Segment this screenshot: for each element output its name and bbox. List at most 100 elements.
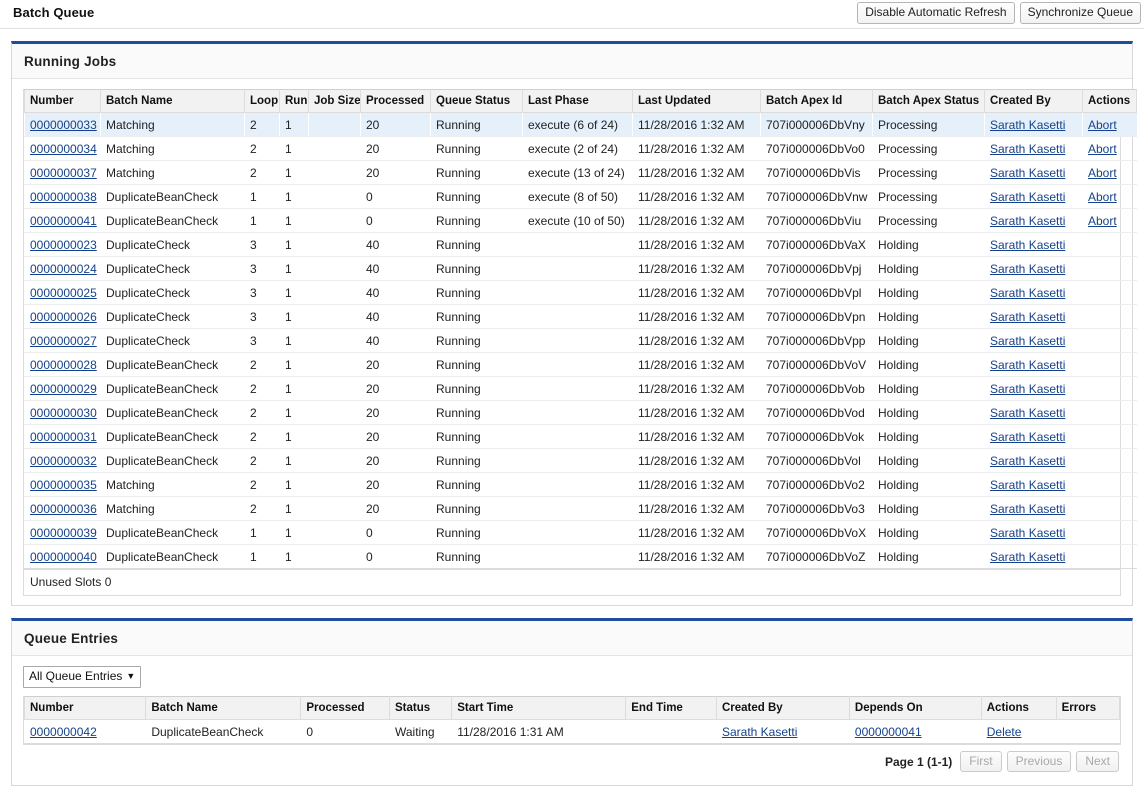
cell-created-by-link[interactable]: Sarath Kasetti <box>990 310 1065 324</box>
col-processed[interactable]: Processed <box>360 89 431 113</box>
col-run[interactable]: Run <box>279 89 309 113</box>
cell-queue-status: Running <box>430 400 523 425</box>
qcol-created-by[interactable]: Created By <box>715 696 850 720</box>
cell-action-link[interactable]: Abort <box>1088 118 1117 132</box>
cell-created-by-link[interactable]: Sarath Kasetti <box>990 334 1065 348</box>
col-batch-apex-id[interactable]: Batch Apex Id <box>760 89 873 113</box>
qcell-depends-on-link[interactable]: 0000000041 <box>855 725 922 739</box>
col-batch-apex-status[interactable]: Batch Apex Status <box>872 89 985 113</box>
cell-number-link[interactable]: 0000000039 <box>30 526 97 540</box>
cell-last-updated: 11/28/2016 1:32 AM <box>632 136 761 161</box>
qcol-number[interactable]: Number <box>23 696 147 720</box>
cell-created-by: Sarath Kasetti <box>984 352 1083 377</box>
cell-number-link[interactable]: 0000000025 <box>30 286 97 300</box>
cell-created-by-link[interactable]: Sarath Kasetti <box>990 550 1065 564</box>
cell-number-link[interactable]: 0000000035 <box>30 478 97 492</box>
cell-created-by-link[interactable]: Sarath Kasetti <box>990 358 1065 372</box>
cell-created-by-link[interactable]: Sarath Kasetti <box>990 502 1065 516</box>
cell-created-by-link[interactable]: Sarath Kasetti <box>990 190 1065 204</box>
cell-created-by-link[interactable]: Sarath Kasetti <box>990 430 1065 444</box>
cell-number-link[interactable]: 0000000040 <box>30 550 97 564</box>
cell-number-link[interactable]: 0000000027 <box>30 334 97 348</box>
cell-created-by-link[interactable]: Sarath Kasetti <box>990 454 1065 468</box>
col-loop[interactable]: Loop <box>244 89 280 113</box>
cell-batch-name: Matching <box>100 160 245 185</box>
cell-action-link[interactable]: Abort <box>1088 166 1117 180</box>
cell-created-by-link[interactable]: Sarath Kasetti <box>990 382 1065 396</box>
synchronize-queue-button[interactable]: Synchronize Queue <box>1019 2 1141 24</box>
col-number[interactable]: Number <box>24 89 101 113</box>
cell-number-link[interactable]: 0000000028 <box>30 358 97 372</box>
qcol-start-time[interactable]: Start Time <box>451 696 627 720</box>
cell-number-link[interactable]: 0000000029 <box>30 382 97 396</box>
col-job-size[interactable]: Job Size <box>308 89 361 113</box>
col-last-updated[interactable]: Last Updated <box>632 89 761 113</box>
cell-batch-apex-id: 707i000006DbVny <box>760 112 873 137</box>
col-created-by[interactable]: Created By <box>984 89 1083 113</box>
cell-created-by-link[interactable]: Sarath Kasetti <box>990 238 1065 252</box>
cell-created-by-link[interactable]: Sarath Kasetti <box>990 118 1065 132</box>
cell-queue-status: Running <box>430 280 523 305</box>
cell-action-link[interactable]: Abort <box>1088 142 1117 156</box>
cell-run: 1 <box>279 208 309 233</box>
cell-processed: 20 <box>360 136 431 161</box>
qcol-processed[interactable]: Processed <box>300 696 390 720</box>
cell-number-link[interactable]: 0000000034 <box>30 142 97 156</box>
cell-action: Abort <box>1082 208 1137 233</box>
cell-created-by-link[interactable]: Sarath Kasetti <box>990 166 1065 180</box>
col-queue-status[interactable]: Queue Status <box>430 89 523 113</box>
cell-batch-apex-id: 707i000006DbViu <box>760 208 873 233</box>
cell-loop: 2 <box>244 376 280 401</box>
cell-action-link[interactable]: Abort <box>1088 214 1117 228</box>
cell-number: 0000000038 <box>24 184 101 209</box>
cell-action <box>1082 280 1137 305</box>
cell-number-link[interactable]: 0000000032 <box>30 454 97 468</box>
cell-number-link[interactable]: 0000000033 <box>30 118 97 132</box>
cell-action <box>1082 520 1137 545</box>
cell-created-by-link[interactable]: Sarath Kasetti <box>990 262 1065 276</box>
cell-created-by-link[interactable]: Sarath Kasetti <box>990 478 1065 492</box>
cell-created-by-link[interactable]: Sarath Kasetti <box>990 526 1065 540</box>
qcell-created-by: Sarath Kasetti <box>716 719 850 744</box>
cell-number-link[interactable]: 0000000023 <box>30 238 97 252</box>
qcell-action-link[interactable]: Delete <box>987 725 1022 739</box>
cell-action-link[interactable]: Abort <box>1088 190 1117 204</box>
cell-number-link[interactable]: 0000000026 <box>30 310 97 324</box>
qcell-number-link[interactable]: 0000000042 <box>30 725 97 739</box>
qcol-batch-name[interactable]: Batch Name <box>145 696 302 720</box>
cell-loop: 2 <box>244 136 280 161</box>
qcol-errors[interactable]: Errors <box>1055 696 1121 720</box>
cell-number-link[interactable]: 0000000036 <box>30 502 97 516</box>
cell-created-by: Sarath Kasetti <box>984 136 1083 161</box>
qcol-depends-on[interactable]: Depends On <box>848 696 982 720</box>
cell-number-link[interactable]: 0000000041 <box>30 214 97 228</box>
qcol-status[interactable]: Status <box>388 696 453 720</box>
first-page-button[interactable]: First <box>960 751 1002 772</box>
qcol-actions[interactable]: Actions <box>980 696 1057 720</box>
col-last-phase[interactable]: Last Phase <box>522 89 633 113</box>
cell-number-link[interactable]: 0000000038 <box>30 190 97 204</box>
cell-batch-apex-status: Holding <box>872 328 985 353</box>
cell-action <box>1082 448 1137 473</box>
qcell-number: 0000000042 <box>24 719 146 744</box>
disable-automatic-refresh-button[interactable]: Disable Automatic Refresh <box>857 2 1015 24</box>
cell-created-by-link[interactable]: Sarath Kasetti <box>990 142 1065 156</box>
cell-last-updated: 11/28/2016 1:32 AM <box>632 520 761 545</box>
cell-number-link[interactable]: 0000000037 <box>30 166 97 180</box>
cell-created-by-link[interactable]: Sarath Kasetti <box>990 406 1065 420</box>
col-actions[interactable]: Actions <box>1082 89 1137 113</box>
cell-number-link[interactable]: 0000000031 <box>30 430 97 444</box>
qcell-created-by-link[interactable]: Sarath Kasetti <box>722 725 797 739</box>
qcol-end-time[interactable]: End Time <box>625 696 717 720</box>
queue-entries-filter-select[interactable]: All Queue Entries ▼ <box>23 666 142 688</box>
cell-batch-apex-id: 707i000006DbVo0 <box>760 136 873 161</box>
col-batch-name[interactable]: Batch Name <box>100 89 245 113</box>
cell-number-link[interactable]: 0000000030 <box>30 406 97 420</box>
cell-number-link[interactable]: 0000000024 <box>30 262 97 276</box>
cell-number: 0000000039 <box>24 520 101 545</box>
cell-run: 1 <box>279 352 309 377</box>
previous-page-button[interactable]: Previous <box>1006 751 1072 772</box>
next-page-button[interactable]: Next <box>1076 751 1119 772</box>
cell-created-by-link[interactable]: Sarath Kasetti <box>990 286 1065 300</box>
cell-created-by-link[interactable]: Sarath Kasetti <box>990 214 1065 228</box>
